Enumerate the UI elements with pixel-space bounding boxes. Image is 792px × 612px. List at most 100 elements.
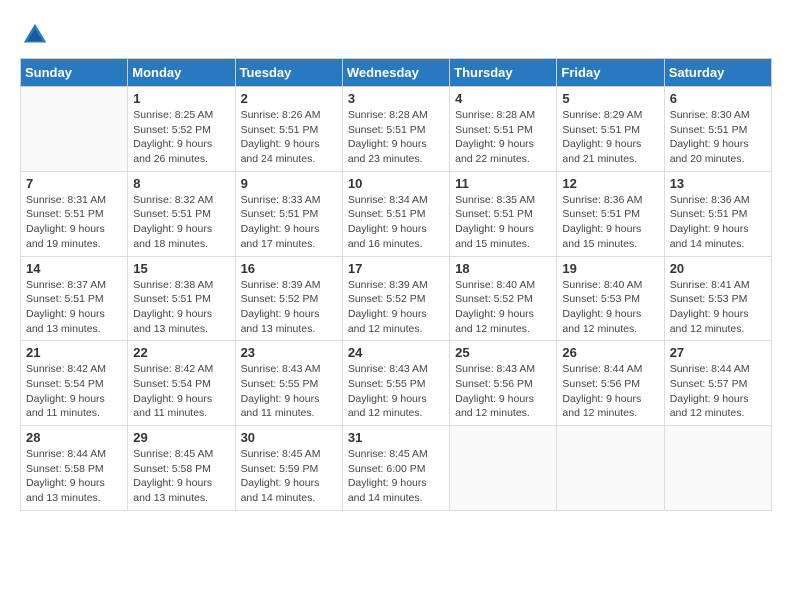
calendar-cell: 31 Sunrise: 8:45 AMSunset: 6:00 PMDayligh…: [342, 426, 449, 511]
day-number: 11: [455, 176, 551, 191]
day-number: 19: [562, 261, 658, 276]
day-number: 16: [241, 261, 337, 276]
calendar-cell: [557, 426, 664, 511]
weekday-header-wednesday: Wednesday: [342, 59, 449, 87]
weekday-header-sunday: Sunday: [21, 59, 128, 87]
calendar-cell: [664, 426, 771, 511]
day-number: 15: [133, 261, 229, 276]
day-number: 4: [455, 91, 551, 106]
day-info: Sunrise: 8:36 AMSunset: 5:51 PMDaylight:…: [562, 193, 658, 252]
calendar-cell: 18Sunrise: 8:40 AMSunset: 5:52 PMDayligh…: [450, 256, 557, 341]
calendar-cell: 28 Sunrise: 8:44 AMSunset: 5:58 PMDayligh…: [21, 426, 128, 511]
calendar-cell: 5 Sunrise: 8:29 AMSunset: 5:51 PMDaylight…: [557, 87, 664, 172]
calendar-week-3: 14 Sunrise: 8:37 AMSunset: 5:51 PMDayligh…: [21, 256, 772, 341]
calendar-cell: 29 Sunrise: 8:45 AMSunset: 5:58 PMDayligh…: [128, 426, 235, 511]
calendar-cell: 23 Sunrise: 8:43 AMSunset: 5:55 PMDayligh…: [235, 341, 342, 426]
day-info: Sunrise: 8:34 AMSunset: 5:51 PMDaylight:…: [348, 193, 444, 252]
calendar-cell: 3Sunrise: 8:28 AMSunset: 5:51 PMDaylight…: [342, 87, 449, 172]
calendar-cell: 24 Sunrise: 8:43 AMSunset: 5:55 PMDayligh…: [342, 341, 449, 426]
calendar-week-2: 7 Sunrise: 8:31 AMSunset: 5:51 PMDaylight…: [21, 171, 772, 256]
calendar-cell: 7 Sunrise: 8:31 AMSunset: 5:51 PMDaylight…: [21, 171, 128, 256]
header: [20, 20, 772, 50]
calendar-cell: 2Sunrise: 8:26 AMSunset: 5:51 PMDaylight…: [235, 87, 342, 172]
day-number: 21: [26, 345, 122, 360]
day-number: 7: [26, 176, 122, 191]
calendar-cell: 12 Sunrise: 8:36 AMSunset: 5:51 PMDayligh…: [557, 171, 664, 256]
calendar-cell: 27Sunrise: 8:44 AMSunset: 5:57 PMDayligh…: [664, 341, 771, 426]
weekday-header-thursday: Thursday: [450, 59, 557, 87]
calendar-cell: 20Sunrise: 8:41 AMSunset: 5:53 PMDayligh…: [664, 256, 771, 341]
day-number: 31: [348, 430, 444, 445]
day-info: Sunrise: 8:43 AMSunset: 5:56 PMDaylight:…: [455, 362, 551, 421]
day-info: Sunrise: 8:35 AMSunset: 5:51 PMDaylight:…: [455, 193, 551, 252]
day-number: 1: [133, 91, 229, 106]
calendar-header: SundayMondayTuesdayWednesdayThursdayFrid…: [21, 59, 772, 87]
day-number: 10: [348, 176, 444, 191]
day-number: 14: [26, 261, 122, 276]
calendar-cell: [450, 426, 557, 511]
calendar-week-1: 1 Sunrise: 8:25 AMSunset: 5:52 PMDaylight…: [21, 87, 772, 172]
day-info: Sunrise: 8:33 AMSunset: 5:51 PMDaylight:…: [241, 193, 337, 252]
day-info: Sunrise: 8:39 AMSunset: 5:52 PMDaylight:…: [348, 278, 444, 337]
day-info: Sunrise: 8:28 AMSunset: 5:51 PMDaylight:…: [455, 108, 551, 167]
day-info: Sunrise: 8:31 AMSunset: 5:51 PMDaylight:…: [26, 193, 122, 252]
calendar-cell: 19 Sunrise: 8:40 AMSunset: 5:53 PMDayligh…: [557, 256, 664, 341]
calendar-cell: 26 Sunrise: 8:44 AMSunset: 5:56 PMDayligh…: [557, 341, 664, 426]
weekday-header-tuesday: Tuesday: [235, 59, 342, 87]
calendar-cell: 1 Sunrise: 8:25 AMSunset: 5:52 PMDaylight…: [128, 87, 235, 172]
calendar-cell: 4 Sunrise: 8:28 AMSunset: 5:51 PMDaylight…: [450, 87, 557, 172]
day-number: 24: [348, 345, 444, 360]
day-info: Sunrise: 8:25 AMSunset: 5:52 PMDaylight:…: [133, 108, 229, 167]
calendar-table: SundayMondayTuesdayWednesdayThursdayFrid…: [20, 58, 772, 511]
weekday-header-saturday: Saturday: [664, 59, 771, 87]
weekday-header-row: SundayMondayTuesdayWednesdayThursdayFrid…: [21, 59, 772, 87]
day-info: Sunrise: 8:42 AMSunset: 5:54 PMDaylight:…: [26, 362, 122, 421]
day-info: Sunrise: 8:43 AMSunset: 5:55 PMDaylight:…: [348, 362, 444, 421]
calendar-cell: 25Sunrise: 8:43 AMSunset: 5:56 PMDayligh…: [450, 341, 557, 426]
day-number: 29: [133, 430, 229, 445]
calendar-cell: 22Sunrise: 8:42 AMSunset: 5:54 PMDayligh…: [128, 341, 235, 426]
day-number: 12: [562, 176, 658, 191]
day-info: Sunrise: 8:42 AMSunset: 5:54 PMDaylight:…: [133, 362, 229, 421]
day-info: Sunrise: 8:40 AMSunset: 5:53 PMDaylight:…: [562, 278, 658, 337]
day-info: Sunrise: 8:29 AMSunset: 5:51 PMDaylight:…: [562, 108, 658, 167]
day-info: Sunrise: 8:43 AMSunset: 5:55 PMDaylight:…: [241, 362, 337, 421]
day-info: Sunrise: 8:41 AMSunset: 5:53 PMDaylight:…: [670, 278, 766, 337]
day-info: Sunrise: 8:44 AMSunset: 5:56 PMDaylight:…: [562, 362, 658, 421]
calendar-cell: 21 Sunrise: 8:42 AMSunset: 5:54 PMDayligh…: [21, 341, 128, 426]
day-number: 28: [26, 430, 122, 445]
calendar-week-4: 21 Sunrise: 8:42 AMSunset: 5:54 PMDayligh…: [21, 341, 772, 426]
calendar-cell: 30 Sunrise: 8:45 AMSunset: 5:59 PMDayligh…: [235, 426, 342, 511]
calendar-cell: 14 Sunrise: 8:37 AMSunset: 5:51 PMDayligh…: [21, 256, 128, 341]
calendar-cell: [21, 87, 128, 172]
day-number: 18: [455, 261, 551, 276]
logo-icon: [20, 20, 50, 50]
day-info: Sunrise: 8:44 AMSunset: 5:58 PMDaylight:…: [26, 447, 122, 506]
day-number: 13: [670, 176, 766, 191]
day-info: Sunrise: 8:45 AMSunset: 6:00 PMDaylight:…: [348, 447, 444, 506]
day-info: Sunrise: 8:32 AMSunset: 5:51 PMDaylight:…: [133, 193, 229, 252]
day-number: 30: [241, 430, 337, 445]
day-number: 17: [348, 261, 444, 276]
day-info: Sunrise: 8:28 AMSunset: 5:51 PMDaylight:…: [348, 108, 444, 167]
calendar-cell: 15 Sunrise: 8:38 AMSunset: 5:51 PMDayligh…: [128, 256, 235, 341]
day-number: 6: [670, 91, 766, 106]
calendar-cell: 16Sunrise: 8:39 AMSunset: 5:52 PMDayligh…: [235, 256, 342, 341]
calendar-body: 1 Sunrise: 8:25 AMSunset: 5:52 PMDaylight…: [21, 87, 772, 511]
day-number: 23: [241, 345, 337, 360]
day-number: 9: [241, 176, 337, 191]
day-info: Sunrise: 8:45 AMSunset: 5:59 PMDaylight:…: [241, 447, 337, 506]
calendar-cell: 13Sunrise: 8:36 AMSunset: 5:51 PMDayligh…: [664, 171, 771, 256]
calendar-cell: 8Sunrise: 8:32 AMSunset: 5:51 PMDaylight…: [128, 171, 235, 256]
day-number: 26: [562, 345, 658, 360]
day-info: Sunrise: 8:37 AMSunset: 5:51 PMDaylight:…: [26, 278, 122, 337]
day-number: 5: [562, 91, 658, 106]
calendar-cell: 17 Sunrise: 8:39 AMSunset: 5:52 PMDayligh…: [342, 256, 449, 341]
weekday-header-monday: Monday: [128, 59, 235, 87]
logo: [20, 20, 54, 50]
calendar-cell: 6Sunrise: 8:30 AMSunset: 5:51 PMDaylight…: [664, 87, 771, 172]
day-info: Sunrise: 8:38 AMSunset: 5:51 PMDaylight:…: [133, 278, 229, 337]
day-number: 2: [241, 91, 337, 106]
day-info: Sunrise: 8:45 AMSunset: 5:58 PMDaylight:…: [133, 447, 229, 506]
day-info: Sunrise: 8:44 AMSunset: 5:57 PMDaylight:…: [670, 362, 766, 421]
